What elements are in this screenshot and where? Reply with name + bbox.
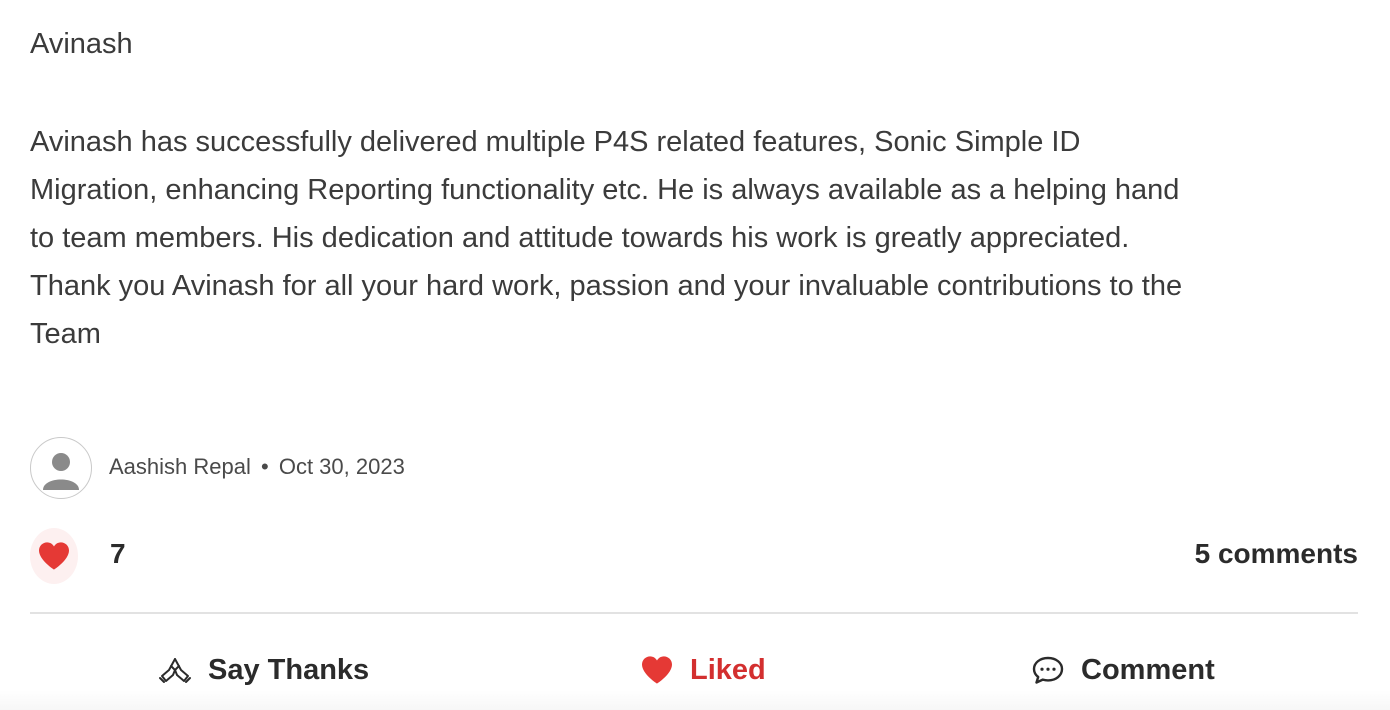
speech-bubble-icon <box>1031 655 1065 685</box>
bottom-edge-shade <box>0 690 1390 710</box>
recipient-name: Avinash <box>30 28 133 60</box>
byline-separator: • <box>261 454 269 479</box>
comment-label: Comment <box>1081 653 1215 686</box>
message-line: Team <box>30 318 101 350</box>
default-user-avatar-icon <box>43 453 79 490</box>
author-row: Aashish Repal • Oct 30, 2023 <box>30 436 405 500</box>
message-line: Thank you Avinash for all your hard work… <box>30 270 1183 302</box>
post-message: Avinash has successfully delivered multi… <box>30 118 1350 358</box>
message-line: Avinash has successfully delivered multi… <box>30 126 1081 158</box>
like-reaction-badge[interactable] <box>30 528 78 584</box>
like-count[interactable]: 7 <box>110 538 126 570</box>
divider <box>30 612 1358 614</box>
avatar[interactable] <box>30 437 92 499</box>
praying-hands-icon <box>158 656 192 684</box>
say-thanks-label: Say Thanks <box>208 653 370 686</box>
byline: Aashish Repal • Oct 30, 2023 <box>109 454 405 480</box>
message-line: to team members. His dedication and atti… <box>30 222 1130 254</box>
author-name[interactable]: Aashish Repal <box>109 454 251 479</box>
recognition-post: Avinash Avinash has successfully deliver… <box>30 0 1358 710</box>
post-date: Oct 30, 2023 <box>278 454 405 479</box>
heart-icon <box>640 655 674 685</box>
message-line: Migration, enhancing Reporting functiona… <box>30 174 1180 206</box>
comments-count-link[interactable]: 5 comments <box>1195 538 1358 570</box>
heart-icon <box>39 542 69 570</box>
liked-label: Liked <box>690 653 766 686</box>
stats-row: 7 5 comments <box>30 528 1358 584</box>
